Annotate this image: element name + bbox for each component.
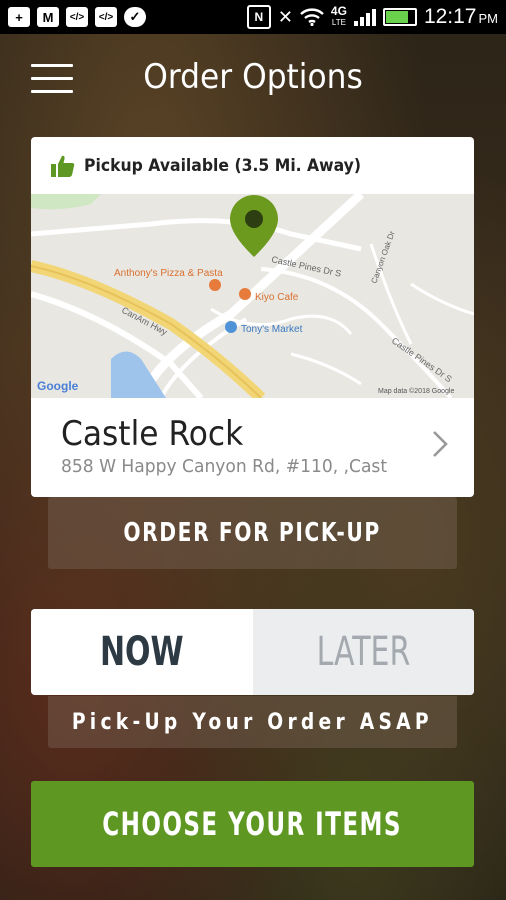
location-row[interactable]: Castle Rock 858 W Happy Canyon Rd, #110,… <box>31 398 474 497</box>
battery-icon <box>382 8 417 26</box>
gmail-icon: M <box>37 7 59 27</box>
pickup-availability: Pickup Available (3.5 Mi. Away) <box>31 137 474 194</box>
thumbs-up-icon <box>51 155 75 177</box>
network-type: 4G LTE <box>330 4 347 27</box>
page-title: Order Options <box>143 57 363 97</box>
chevron-right-icon <box>433 431 448 457</box>
google-logo: Google <box>37 379 79 393</box>
map-label-cafe: Kiyo Cafe <box>255 292 299 303</box>
code-icon: </> <box>95 7 117 27</box>
map-label-pizza: Anthony's Pizza & Pasta <box>114 268 223 279</box>
choose-items-button[interactable]: CHOOSE YOUR ITEMS <box>31 781 474 867</box>
location-card: Pickup Available (3.5 Mi. Away) Anthony'… <box>31 137 474 497</box>
time-toggle: NOW LATER <box>31 609 474 695</box>
chat-icon: ✓ <box>124 7 146 27</box>
app-header: Order Options <box>0 34 506 122</box>
add-icon: + <box>8 7 30 27</box>
nfc-icon: N <box>246 5 271 29</box>
status-bar: + M </> </> ✓ N ✕ 4G LTE 12:17 PM <box>0 0 506 34</box>
map-data-credit: Map data ©2018 Google <box>378 387 454 395</box>
asap-label: Pick-Up Your Order ASAP <box>48 696 457 748</box>
location-name: Castle Rock <box>61 414 244 454</box>
now-option[interactable]: NOW <box>31 609 253 695</box>
map-label-market: Tony's Market <box>241 324 303 335</box>
clock: 12:17 PM <box>423 5 498 28</box>
signal-icon <box>353 8 376 26</box>
wifi-icon <box>300 8 324 26</box>
location-map[interactable]: Anthony's Pizza & Pasta Kiyo Cafe Tony's… <box>31 194 474 398</box>
location-address: 858 W Happy Canyon Rd, #110, ,Cast... <box>61 456 389 477</box>
pickup-text: Pickup Available (3.5 Mi. Away) <box>84 155 362 176</box>
mute-icon: ✕ <box>277 6 293 27</box>
code-icon: </> <box>66 7 88 27</box>
later-option[interactable]: LATER <box>252 609 474 695</box>
order-pickup-button[interactable]: ORDER FOR PICK-UP <box>48 497 457 569</box>
